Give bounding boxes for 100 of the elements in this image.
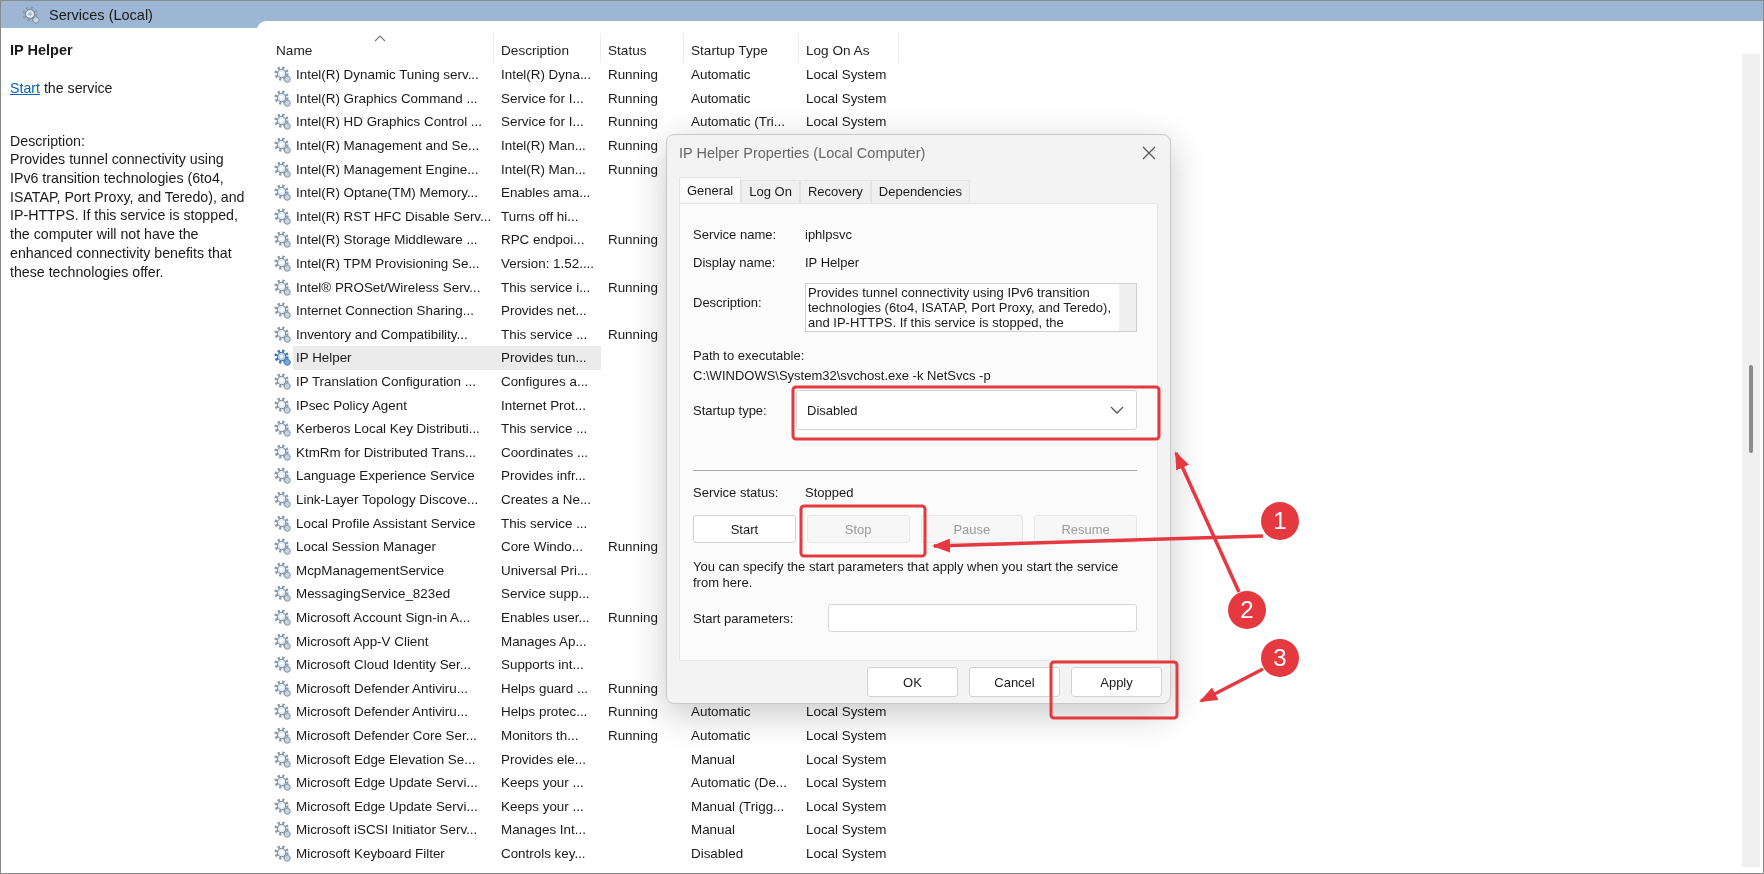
- gear-icon: [273, 159, 292, 179]
- column-header[interactable]: Startup Type: [684, 33, 799, 63]
- description-field[interactable]: Provides tunnel connectivity using IPv6 transition technologies (6to4, ISATAP, Port Proxy, and Teredo), and IP-HTTPS. If this service is stopped, the: [805, 283, 1137, 332]
- gear-icon: [273, 773, 292, 793]
- service-name[interactable]: MessagingService_823ed: [293, 586, 494, 602]
- close-icon[interactable]: [1142, 146, 1156, 160]
- gear-icon: [273, 301, 292, 321]
- service-name[interactable]: Intel(R) TPM Provisioning Se...: [293, 256, 494, 272]
- service-name[interactable]: Microsoft iSCSI Initiator Serv...: [293, 822, 494, 838]
- service-description: Version: 1.52....: [500, 256, 596, 272]
- gear-icon: [273, 560, 292, 580]
- service-name[interactable]: Microsoft Account Sign-in A...: [293, 609, 494, 625]
- sort-ascending-icon: [374, 35, 386, 42]
- service-description: Manages Ap...: [500, 633, 588, 649]
- service-description: This service ...: [500, 421, 589, 437]
- dialog-button[interactable]: OK: [867, 667, 958, 697]
- service-name[interactable]: IP Translation Configuration ...: [293, 374, 494, 389]
- service-status: Running: [608, 138, 658, 154]
- service-description: Provides net...: [500, 303, 588, 319]
- service-name[interactable]: Kerberos Local Key Distributi...: [293, 421, 494, 437]
- field-label: Start parameters:: [693, 610, 795, 626]
- service-name[interactable]: Language Experience Service: [293, 468, 494, 484]
- field-label: Service name:: [693, 227, 778, 242]
- dialog-tab[interactable]: General: [679, 177, 742, 202]
- dialog-button[interactable]: Apply: [1071, 667, 1162, 697]
- dialog-tab[interactable]: Log On: [741, 180, 800, 203]
- startup-type: Automatic: [691, 90, 751, 106]
- service-status: Running: [608, 609, 658, 625]
- gear-icon: [273, 395, 292, 415]
- service-status: Running: [608, 114, 658, 130]
- service-name[interactable]: Microsoft Keyboard Filter: [293, 845, 494, 861]
- service-name[interactable]: Internet Connection Sharing...: [293, 303, 494, 319]
- service-name[interactable]: Intel(R) RST HFC Disable Serv...: [293, 208, 494, 224]
- gear-icon: [273, 112, 292, 132]
- service-name[interactable]: Local Session Manager: [293, 539, 494, 555]
- description-label: Description:: [10, 133, 86, 149]
- dialog-tab[interactable]: Recovery: [799, 180, 871, 203]
- log-on-as: Local System: [806, 822, 887, 838]
- service-name[interactable]: Local Profile Assistant Service: [293, 515, 494, 531]
- service-description: Monitors th...: [500, 727, 580, 743]
- service-name[interactable]: Microsoft Cloud Identity Ser...: [293, 657, 494, 673]
- service-name[interactable]: Intel(R) Storage Middleware ...: [293, 232, 494, 248]
- description-text: Provides tunnel connectivity using IPv6 transition technologies (6to4, ISATAP, Port Proxy, and Teredo), and IP-HTTPS. If this service is stopped, the computer will not have the enhanced connectivity benefits that these technologies offer.: [10, 150, 245, 282]
- service-description: This service ...: [500, 515, 589, 531]
- service-name[interactable]: Intel(R) Management Engine...: [293, 161, 494, 177]
- service-name[interactable]: McpManagementService: [293, 562, 494, 578]
- service-description: Enables user...: [500, 609, 591, 625]
- scrollbar-track[interactable]: [1742, 54, 1760, 867]
- service-name[interactable]: Microsoft Defender Core Ser...: [293, 727, 494, 743]
- service-name[interactable]: Microsoft Defender Antiviru...: [293, 680, 494, 696]
- service-description: Supports int...: [500, 657, 585, 673]
- gear-icon: [273, 254, 292, 274]
- service-description: Universal Pri...: [500, 562, 590, 578]
- service-name[interactable]: Microsoft App-V Client: [293, 633, 494, 649]
- start-parameters-field[interactable]: [828, 604, 1137, 632]
- startup-type: Manual: [691, 822, 735, 838]
- startup-type: Manual (Trigg...: [691, 798, 785, 814]
- service-name[interactable]: Link-Layer Topology Discove...: [293, 492, 494, 507]
- dialog-button[interactable]: Cancel: [969, 667, 1060, 697]
- service-name[interactable]: Intel(R) Management and Se...: [293, 138, 494, 154]
- service-control-button[interactable]: Start: [693, 515, 796, 543]
- gear-icon: [273, 466, 292, 486]
- service-name[interactable]: Inventory and Compatibility...: [293, 326, 494, 342]
- service-name[interactable]: Microsoft Edge Elevation Se...: [293, 751, 494, 767]
- service-description: RPC endpoi...: [500, 232, 586, 248]
- gear-icon: [273, 183, 292, 203]
- service-name[interactable]: Microsoft Edge Update Servi...: [293, 775, 494, 791]
- step-number-badge: 1: [1261, 502, 1299, 540]
- service-name[interactable]: Microsoft Defender Antiviru...: [293, 704, 494, 720]
- column-header[interactable]: Name: [267, 33, 494, 63]
- startup-type: Automatic: [691, 67, 751, 83]
- dialog-title: IP Helper Properties (Local Computer): [679, 145, 926, 161]
- field-label: Description:: [693, 295, 763, 310]
- column-header[interactable]: Description: [494, 33, 601, 63]
- scrollbar-thumb[interactable]: [1749, 365, 1753, 453]
- startup-type-dropdown[interactable]: Disabled: [796, 390, 1137, 430]
- service-name[interactable]: Intel(R) Dynamic Tuning serv...: [293, 67, 494, 83]
- dialog-tab[interactable]: Dependencies: [870, 180, 970, 203]
- service-name[interactable]: Intel(R) Optane(TM) Memory...: [293, 185, 494, 201]
- gear-icon: [273, 136, 292, 156]
- service-name[interactable]: IP Helper: [293, 346, 494, 370]
- column-header[interactable]: Status: [601, 33, 684, 63]
- service-name[interactable]: Intel® PROSet/Wireless Serv...: [293, 279, 494, 295]
- service-name[interactable]: KtmRm for Distributed Trans...: [293, 444, 494, 460]
- log-on-as: Local System: [806, 751, 887, 767]
- gear-icon: [273, 796, 292, 816]
- column-header[interactable]: Log On As: [799, 33, 899, 63]
- start-service-text: Start the service: [10, 80, 114, 96]
- start-link[interactable]: Start: [10, 80, 40, 96]
- service-name[interactable]: Intel(R) Graphics Command ...: [293, 90, 494, 106]
- service-description: Service supp...: [500, 586, 591, 602]
- service-status: Running: [608, 67, 658, 83]
- service-name[interactable]: Intel(R) HD Graphics Control ...: [293, 114, 494, 130]
- service-description: Intel(R) Man...: [500, 161, 587, 177]
- service-name[interactable]: Microsoft Edge Update Servi...: [293, 798, 494, 814]
- gear-icon: [273, 678, 292, 698]
- startup-type: Automatic (Tri...: [691, 114, 785, 130]
- service-name[interactable]: IPsec Policy Agent: [293, 397, 494, 413]
- gear-icon: [273, 348, 292, 368]
- log-on-as: Local System: [806, 114, 887, 130]
